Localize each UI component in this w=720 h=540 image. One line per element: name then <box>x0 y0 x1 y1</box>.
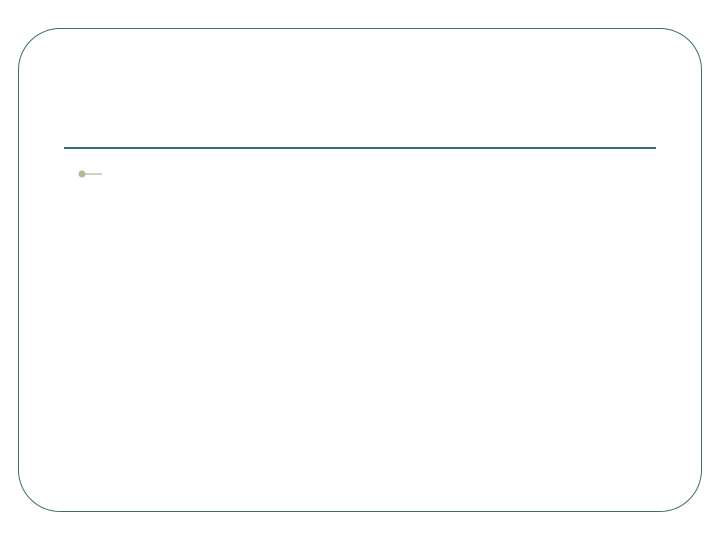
bullet-item <box>77 169 656 179</box>
title-placeholder <box>64 74 656 146</box>
bullet-icon <box>77 169 103 179</box>
content-area <box>77 169 656 471</box>
title-underline <box>64 147 656 149</box>
slide-frame <box>18 28 702 512</box>
